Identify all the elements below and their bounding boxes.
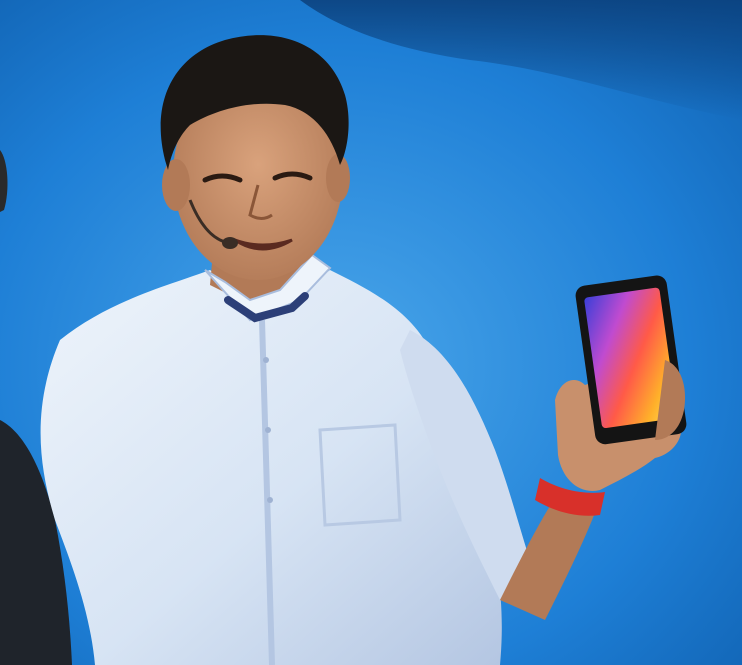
stage-photo bbox=[0, 0, 742, 665]
ear-left bbox=[162, 159, 190, 211]
photo-scene bbox=[0, 0, 742, 665]
ear-right bbox=[326, 154, 350, 202]
